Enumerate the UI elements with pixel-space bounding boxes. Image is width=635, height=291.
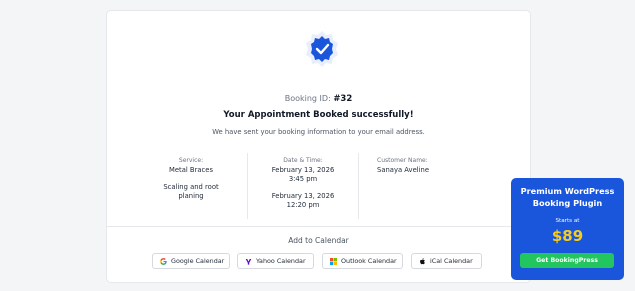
customer-column: Customer Name: Sanaya Aveline	[377, 153, 499, 219]
google-calendar-button[interactable]: Google Calendar	[152, 253, 230, 269]
google-calendar-label: Google Calendar	[171, 257, 225, 265]
booking-details: Service: Metal Braces Scaling and root p…	[135, 153, 499, 219]
booking-id: Booking ID: #32	[107, 94, 530, 104]
google-icon	[160, 257, 167, 265]
outlook-icon	[330, 257, 337, 265]
service-name: Metal Braces	[168, 166, 213, 174]
outlook-calendar-label: Outlook Calendar	[341, 257, 397, 265]
promo-price: $89	[551, 227, 584, 245]
ical-calendar-label: iCal Calendar	[430, 257, 473, 265]
verified-badge-icon	[306, 31, 338, 67]
ical-calendar-button[interactable]: iCal Calendar	[411, 253, 482, 269]
appointment-date: February 13, 2026	[271, 166, 335, 174]
promo-starts-at: Starts at	[555, 218, 580, 224]
appointment-time: 12:20 pm	[286, 201, 320, 209]
datetime-label: Date & Time:	[283, 157, 323, 164]
booking-confirmation-card: Booking ID: #32 Your Appointment Booked …	[106, 10, 531, 283]
service-label: Service:	[178, 157, 204, 164]
yahoo-icon	[245, 258, 252, 265]
outlook-calendar-button[interactable]: Outlook Calendar	[322, 253, 403, 269]
apple-icon	[420, 257, 425, 264]
service-column: Service: Metal Braces Scaling and root p…	[135, 153, 247, 219]
promo-title: Premium WordPress Booking Plugin	[511, 185, 624, 209]
customer-label: Customer Name:	[377, 157, 428, 164]
get-bookingpress-button[interactable]: Get BookingPress	[520, 253, 614, 268]
booking-id-label: Booking ID:	[284, 94, 331, 103]
divider	[107, 226, 530, 227]
success-subtitle: We have sent your booking information to…	[212, 128, 425, 136]
appointment-date: February 13, 2026	[271, 192, 335, 200]
datetime-column: Date & Time: February 13, 2026 3:45 pm F…	[247, 153, 359, 219]
service-name: Scaling and root planing	[163, 183, 219, 200]
promo-title-line: Premium WordPress	[520, 186, 615, 196]
calendar-buttons: Google Calendar Yahoo Calendar Outlook C…	[152, 253, 482, 269]
add-to-calendar-heading: Add to Calendar	[288, 236, 349, 245]
customer-name: Sanaya Aveline	[377, 166, 430, 174]
premium-promo-panel: Premium WordPress Booking Plugin Starts …	[511, 178, 624, 280]
promo-title-line: Booking Plugin	[532, 198, 603, 208]
success-title: Your Appointment Booked successfully!	[223, 110, 414, 120]
booking-id-value: #32	[333, 94, 353, 104]
yahoo-calendar-label: Yahoo Calendar	[256, 257, 306, 265]
yahoo-calendar-button[interactable]: Yahoo Calendar	[237, 253, 314, 269]
appointment-time: 3:45 pm	[288, 175, 318, 183]
